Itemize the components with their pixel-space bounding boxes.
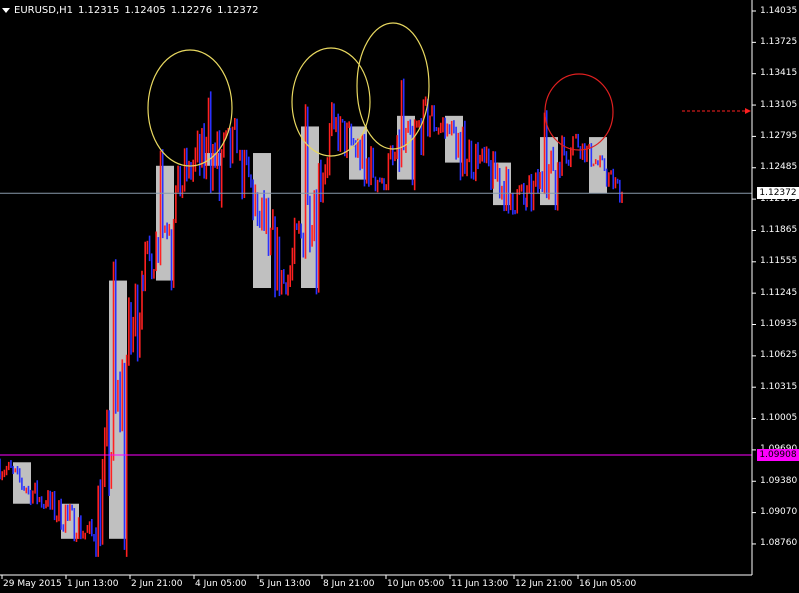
- price-axis-label: 1.10625: [760, 350, 798, 361]
- price-chart-plot[interactable]: [0, 0, 799, 593]
- time-axis-label: 2 Jun 21:00: [131, 579, 183, 589]
- price-axis-label: 1.10315: [760, 381, 798, 392]
- time-axis-label: 5 Jun 13:00: [259, 579, 311, 589]
- price-axis-label: 1.13415: [760, 68, 798, 79]
- price-axis-label: 1.08760: [760, 538, 798, 549]
- price-axis-label: 1.11245: [760, 287, 798, 298]
- price-axis-label: 1.13105: [760, 99, 798, 110]
- dropdown-triangle-icon[interactable]: [2, 7, 10, 13]
- price-axis-label: 1.10005: [760, 413, 798, 424]
- price-axis-label: 1.11555: [760, 256, 798, 267]
- chart-header: EURUSD,H1 1.12315 1.12405 1.12276 1.1237…: [2, 2, 258, 18]
- price-axis-label: 1.14035: [760, 5, 798, 16]
- price-axis-label: 1.09380: [760, 475, 798, 486]
- time-axis-label: 1 Jun 13:00: [67, 579, 119, 589]
- price-axis-label: 1.09070: [760, 507, 798, 518]
- time-axis-label: 12 Jun 21:00: [515, 579, 573, 589]
- highlight-circle-yellow: [147, 49, 233, 167]
- price-axis-label: 1.12485: [760, 162, 798, 173]
- time-axis-label: 10 Jun 05:00: [387, 579, 445, 589]
- price-axis-label: 1.12795: [760, 130, 798, 141]
- current-price-box: 1.12372: [757, 187, 799, 200]
- open-value: 1.12315: [78, 4, 120, 16]
- price-axis-label: 1.13725: [760, 36, 798, 47]
- time-axis-label: 4 Jun 05:00: [195, 579, 247, 589]
- low-value: 1.12276: [170, 4, 213, 16]
- time-axis-label: 16 Jun 05:00: [579, 579, 637, 589]
- price-axis-label: 1.11865: [760, 224, 798, 235]
- highlight-circle-red: [544, 73, 614, 151]
- arrow-head-icon: [745, 108, 751, 114]
- time-axis-label: 8 Jun 21:00: [323, 579, 375, 589]
- chart-window[interactable]: { "window": { "symbol": "EURUSD,H1", "op…: [0, 0, 799, 593]
- time-axis-label: 29 May 2015: [3, 579, 62, 589]
- time-axis-label: 11 Jun 13:00: [451, 579, 509, 589]
- level-price-box: 1.09908: [757, 449, 799, 462]
- high-value: 1.12405: [124, 4, 166, 16]
- symbol-label: EURUSD,H1: [14, 4, 74, 16]
- close-value: 1.12372: [217, 4, 259, 16]
- price-axis-label: 1.10935: [760, 319, 798, 329]
